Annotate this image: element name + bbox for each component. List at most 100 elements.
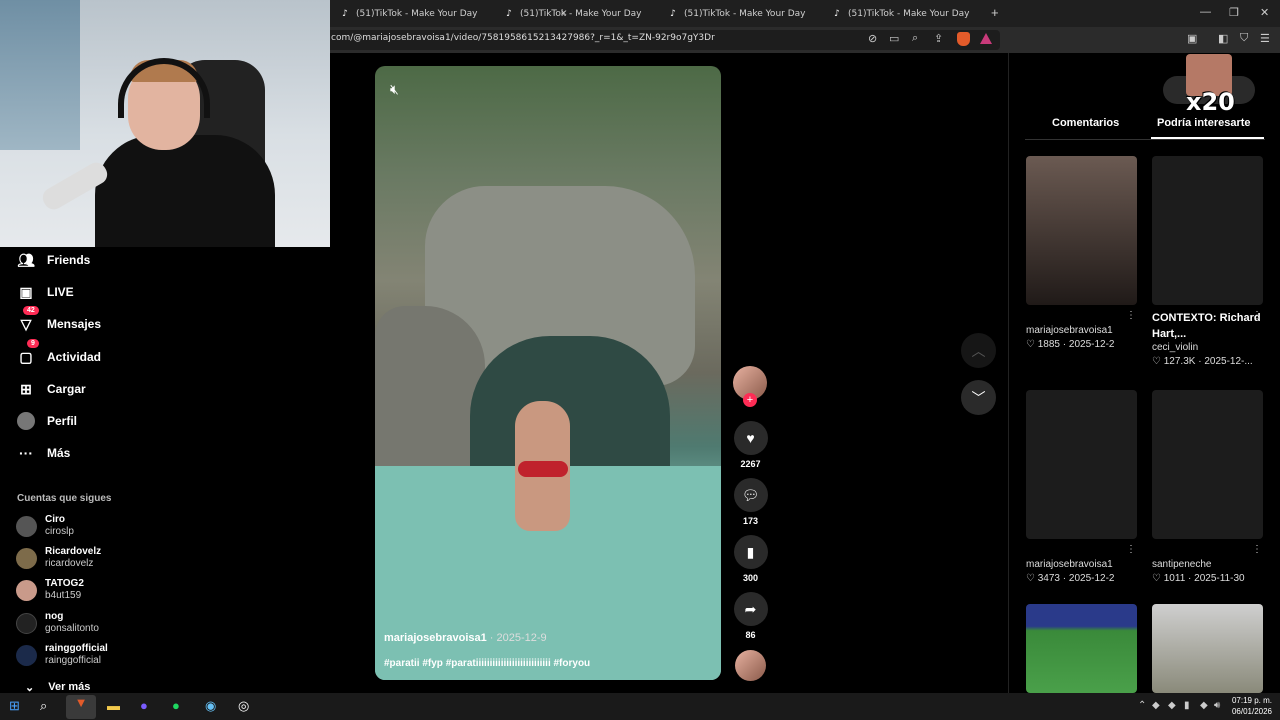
avatar (16, 547, 37, 569)
discord-icon[interactable]: ● (140, 698, 148, 713)
sidebar-item-upload[interactable]: ⊞ Cargar (17, 380, 86, 398)
webcam-overlay (0, 0, 330, 247)
video-thumbnail[interactable] (1026, 390, 1137, 539)
account-handle: ricardovelz (45, 558, 94, 569)
account-name: Ciro (45, 514, 65, 525)
chevron-up-icon[interactable]: ︿ (961, 333, 996, 368)
follow-plus-icon[interactable]: + (743, 393, 757, 407)
video-thumbnail[interactable] (1152, 390, 1263, 539)
sound-avatar[interactable] (735, 650, 766, 681)
following-account[interactable]: rainggofficial rainggofficial (16, 643, 108, 667)
sidebar-item-live[interactable]: ▣ LIVE (17, 283, 74, 301)
save-action[interactable]: ▮ 300 (733, 535, 768, 583)
sidebar-item-label: Cargar (47, 382, 86, 396)
spotify-icon[interactable]: ● (172, 698, 180, 713)
more-options-icon[interactable]: ⋮ (1252, 544, 1262, 555)
new-tab-button[interactable]: + (991, 5, 999, 20)
volume-icon[interactable]: 🔊︎ (1214, 700, 1220, 711)
card-author[interactable]: mariajosebravoisa1 (1026, 559, 1138, 570)
friends-icon: 👥︎ (17, 251, 35, 268)
mute-icon[interactable]: 🔇︎ (390, 81, 399, 98)
zoom-icon[interactable]: ⌕ (912, 32, 918, 45)
restore-icon[interactable]: ❐ (1229, 6, 1239, 19)
browser-tab-2[interactable]: ♪ (51)TikTok - Make Your Day (504, 4, 641, 23)
tray-chevron-icon[interactable]: ⌃ (1138, 700, 1146, 711)
microphone-tray-icon[interactable]: ▮ (1184, 700, 1190, 711)
following-account[interactable]: Ciro ciroslp (16, 514, 74, 538)
sidebar-item-more[interactable]: ··· Más (17, 444, 70, 462)
brave-taskbar-icon[interactable]: ▼ (66, 695, 96, 719)
browser-tab-1[interactable]: ♪ (51)TikTok - Make Your Day ✕ (340, 4, 567, 23)
vpn-shield-icon[interactable]: ⛉ (1240, 32, 1248, 45)
card-author[interactable]: ceci_violin (1152, 342, 1264, 353)
overlay-text: x20 (1186, 88, 1235, 116)
tab-you-may-like[interactable]: Podría interesarte (1157, 117, 1251, 129)
tray-app-icon[interactable]: ◆ (1200, 700, 1208, 711)
share-arrow-icon[interactable]: ➦ (733, 592, 768, 626)
sidebar-toggle-icon[interactable]: ◧ (1218, 32, 1228, 45)
heart-icon[interactable]: ♥ (733, 421, 768, 455)
sidebar-item-label: Actividad (47, 350, 102, 364)
chevron-down-icon[interactable]: ﹀ (961, 380, 996, 415)
url-text[interactable]: com/@mariajosebravoisa1/video/7581958615… (331, 33, 715, 43)
video-card-caption: santipeneche ♡ 1011 · 2025-11-30 (1152, 559, 1264, 584)
video-card-caption: mariajosebravoisa1 ♡ 1885 · 2025-12-2 (1026, 325, 1138, 350)
avatar (16, 612, 37, 634)
following-account[interactable]: nog gonsalitonto (16, 611, 99, 635)
sidebar-item-friends[interactable]: 👥︎ Friends (17, 251, 90, 269)
video-date: · 2025-12-9 (486, 632, 547, 644)
sidebar-item-label: LIVE (47, 285, 74, 299)
account-handle: b4ut159 (45, 590, 82, 601)
comment-icon[interactable]: 💬︎ (733, 478, 768, 512)
minimize-icon[interactable]: — (1200, 6, 1211, 18)
card-author[interactable]: santipeneche (1152, 559, 1264, 570)
active-tab-indicator (1151, 137, 1264, 139)
reader-icon[interactable]: ⊘ (868, 32, 877, 45)
activity-badge: 9 (27, 339, 39, 348)
video-author[interactable]: mariajosebravoisa1 · 2025-12-9 (384, 632, 547, 644)
obs-icon[interactable]: ◎ (238, 698, 249, 714)
window-close-icon[interactable]: ✕ (1260, 6, 1269, 19)
comment-action[interactable]: 💬︎ 173 (733, 478, 768, 526)
tiktok-icon: ♪ (342, 8, 348, 19)
browser-tab-4[interactable]: ♪ (51)TikTok - Make Your Day (832, 4, 969, 23)
video-caption[interactable]: #paratii #fyp #paratiiiiiiiiiiiiiiiiiiii… (384, 658, 590, 669)
card-author[interactable]: mariajosebravoisa1 (1026, 325, 1138, 336)
sidebar-item-profile[interactable]: Perfil (17, 412, 77, 430)
steam-icon[interactable]: ◉ (205, 698, 216, 714)
tiktok-icon: ♪ (506, 8, 512, 19)
brave-shields-icon[interactable] (957, 32, 970, 46)
menu-icon[interactable]: ☰ (1260, 32, 1270, 45)
more-options-icon[interactable]: ⋮ (1126, 310, 1136, 321)
sidebar-item-messages[interactable]: ▽ 42 Mensajes (17, 306, 101, 333)
bookmark-icon[interactable]: ▮ (733, 535, 768, 569)
sidebar-item-activity[interactable]: ▢ 9 Actividad (17, 339, 102, 366)
search-icon[interactable]: ⌕ (40, 698, 47, 714)
video-thumbnail[interactable] (1152, 604, 1263, 693)
tab-comments[interactable]: Comentarios (1052, 117, 1119, 129)
tray-app-icon[interactable]: ◆ (1168, 700, 1176, 711)
file-explorer-icon[interactable]: ▬ (107, 698, 120, 713)
share-action[interactable]: ➦ 86 (733, 592, 768, 640)
windows-start-icon[interactable]: ⊞ (9, 698, 20, 714)
card-likes: 1011 (1163, 573, 1186, 584)
video-thumbnail[interactable] (1152, 156, 1263, 305)
tray-app-icon[interactable]: ◆ (1152, 700, 1160, 711)
video-thumbnail[interactable] (1026, 156, 1137, 305)
right-panel (1008, 53, 1280, 693)
like-action[interactable]: ♥ 2267 (733, 421, 768, 469)
following-account[interactable]: Ricardovelz ricardovelz (16, 546, 101, 570)
tab-title: (51)TikTok - Make Your Day (520, 8, 642, 19)
system-clock[interactable]: 07:19 p. m. 06/01/2026 (1232, 695, 1272, 717)
more-options-icon[interactable]: ⋮ (1126, 544, 1136, 555)
card-likes: 3473 (1037, 573, 1060, 584)
share-icon[interactable]: ⇪ (934, 32, 943, 45)
wallet-icon[interactable]: ▣ (1187, 32, 1197, 45)
cast-icon[interactable]: ▭ (889, 32, 899, 45)
card-title[interactable]: CONTEXTO: Richard Hart,... (1152, 310, 1264, 342)
brave-rewards-icon[interactable] (980, 33, 992, 44)
browser-tab-3[interactable]: ♪ (51)TikTok - Make Your Day (668, 4, 805, 23)
video-player[interactable]: 🔇︎ mariajosebravoisa1 · 2025-12-9 #parat… (375, 66, 721, 680)
video-thumbnail[interactable] (1026, 604, 1137, 693)
following-account[interactable]: TATOG2 b4ut159 (16, 578, 84, 602)
